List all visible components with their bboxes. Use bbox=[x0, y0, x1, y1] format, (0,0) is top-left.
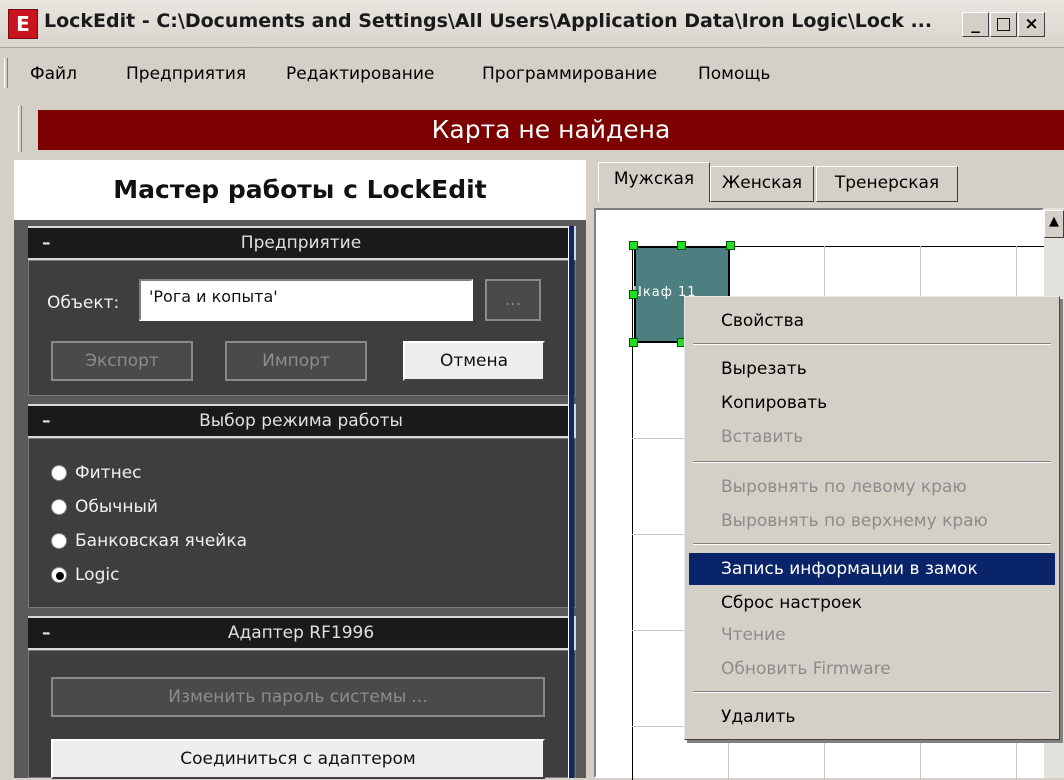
scroll-up-icon[interactable]: ▲ bbox=[1044, 210, 1064, 238]
menu-separator bbox=[693, 543, 1051, 545]
resize-handle[interactable] bbox=[726, 241, 735, 250]
change-password-button[interactable]: Изменить пароль системы ... bbox=[51, 677, 545, 717]
radio-logic[interactable]: Logic bbox=[51, 565, 351, 589]
radio-label: Logic bbox=[75, 565, 120, 585]
maximize-icon: □ bbox=[995, 14, 1012, 34]
import-button[interactable]: Импорт bbox=[225, 341, 367, 381]
menu-separator bbox=[693, 461, 1051, 463]
title-bar: E LockEdit - C:\Documents and Settings\A… bbox=[0, 0, 1064, 48]
radio-button[interactable] bbox=[51, 465, 67, 481]
menu-help[interactable]: Помощь bbox=[698, 64, 770, 84]
window-title: LockEdit - C:\Documents and Settings\All… bbox=[44, 10, 933, 32]
menu-item-update-firmware[interactable]: Обновить Firmware bbox=[689, 653, 1055, 685]
object-label: Объект: bbox=[47, 293, 120, 313]
minimize-button[interactable]: _ bbox=[962, 12, 989, 37]
menu-item-align-top[interactable]: Выровнять по верхнему краю bbox=[689, 505, 1055, 537]
connect-adapter-button[interactable]: Соединиться с адаптером bbox=[51, 739, 545, 779]
radio-label: Обычный bbox=[75, 497, 158, 517]
menu-item-properties[interactable]: Свойства bbox=[689, 305, 1055, 337]
cancel-button[interactable]: Отмена bbox=[403, 341, 545, 381]
resize-handle[interactable] bbox=[629, 290, 638, 299]
object-field[interactable]: 'Рога и копыта' bbox=[139, 279, 473, 321]
minimize-icon: _ bbox=[971, 14, 980, 34]
menu-separator bbox=[693, 343, 1051, 345]
resize-handle[interactable] bbox=[677, 241, 686, 250]
status-banner: Карта не найдена bbox=[38, 110, 1064, 150]
radio-button-selected[interactable] bbox=[51, 567, 67, 583]
menu-item-align-left[interactable]: Выровнять по левому краю bbox=[689, 471, 1055, 503]
radio-fitness[interactable]: Фитнес bbox=[51, 463, 351, 487]
menu-item-reset-settings[interactable]: Сброс настроек bbox=[689, 587, 1055, 619]
browse-button[interactable]: ... bbox=[485, 279, 541, 321]
menu-separator bbox=[693, 691, 1051, 693]
menu-enterprises[interactable]: Предприятия bbox=[126, 64, 246, 84]
menu-item-paste[interactable]: Вставить bbox=[689, 421, 1055, 453]
app-icon: E bbox=[8, 9, 38, 39]
wizard-panel: Мастер работы с LockEdit – Предприятие О… bbox=[14, 160, 586, 779]
menu-item-copy[interactable]: Копировать bbox=[689, 387, 1055, 419]
menu-item-write-to-lock[interactable]: Запись информации в замок bbox=[689, 553, 1055, 585]
radio-normal[interactable]: Обычный bbox=[51, 497, 351, 521]
resize-handle[interactable] bbox=[629, 338, 638, 347]
menu-edit[interactable]: Редактирование bbox=[286, 64, 434, 84]
menu-bar: Файл Предприятия Редактирование Программ… bbox=[0, 52, 1064, 94]
menu-file[interactable]: Файл bbox=[30, 64, 77, 84]
maximize-button[interactable]: □ bbox=[990, 12, 1017, 37]
enterprise-section-title: Предприятие bbox=[240, 233, 362, 253]
radio-button[interactable] bbox=[51, 499, 67, 515]
wizard-scrollbar[interactable] bbox=[568, 226, 574, 778]
menu-item-delete[interactable]: Удалить bbox=[689, 701, 1055, 733]
menu-programming[interactable]: Программирование bbox=[482, 64, 657, 84]
adapter-section-header[interactable]: – Адаптер RF1996 bbox=[28, 616, 576, 650]
tab-female[interactable]: Женская bbox=[710, 166, 814, 202]
menu-item-read[interactable]: Чтение bbox=[689, 619, 1055, 651]
radio-bank-cell[interactable]: Банковская ячейка bbox=[51, 531, 351, 555]
tab-strip: Мужская Женская Тренерская bbox=[590, 160, 1064, 208]
enterprise-section-body: Объект: 'Рога и копыта' ... Экспорт Импо… bbox=[28, 260, 576, 396]
enterprise-section-header[interactable]: – Предприятие bbox=[28, 226, 576, 260]
resize-handle[interactable] bbox=[629, 241, 638, 250]
radio-label: Банковская ячейка bbox=[75, 531, 248, 551]
mode-section-body: Фитнес Обычный Банковская ячейка Logic bbox=[28, 438, 576, 608]
mode-section-title: Выбор режима работы bbox=[199, 411, 403, 431]
adapter-section-title: Адаптер RF1996 bbox=[227, 623, 375, 643]
export-button[interactable]: Экспорт bbox=[51, 341, 193, 381]
close-button[interactable]: × bbox=[1018, 12, 1045, 37]
radio-label: Фитнес bbox=[75, 463, 142, 483]
close-icon: × bbox=[1024, 14, 1039, 34]
tab-male[interactable]: Мужская bbox=[598, 162, 710, 202]
radio-button[interactable] bbox=[51, 533, 67, 549]
menu-item-cut[interactable]: Вырезать bbox=[689, 353, 1055, 385]
menu-grip[interactable] bbox=[4, 58, 8, 88]
toolbar-grip[interactable] bbox=[18, 106, 22, 152]
wizard-title: Мастер работы с LockEdit bbox=[14, 160, 586, 220]
context-menu: Свойства Вырезать Копировать Вставить Вы… bbox=[684, 296, 1060, 740]
tab-trainer[interactable]: Тренерская bbox=[816, 166, 958, 202]
mode-section-header[interactable]: – Выбор режима работы bbox=[28, 404, 576, 438]
adapter-section-body: Изменить пароль системы ... Соединиться … bbox=[28, 650, 576, 779]
